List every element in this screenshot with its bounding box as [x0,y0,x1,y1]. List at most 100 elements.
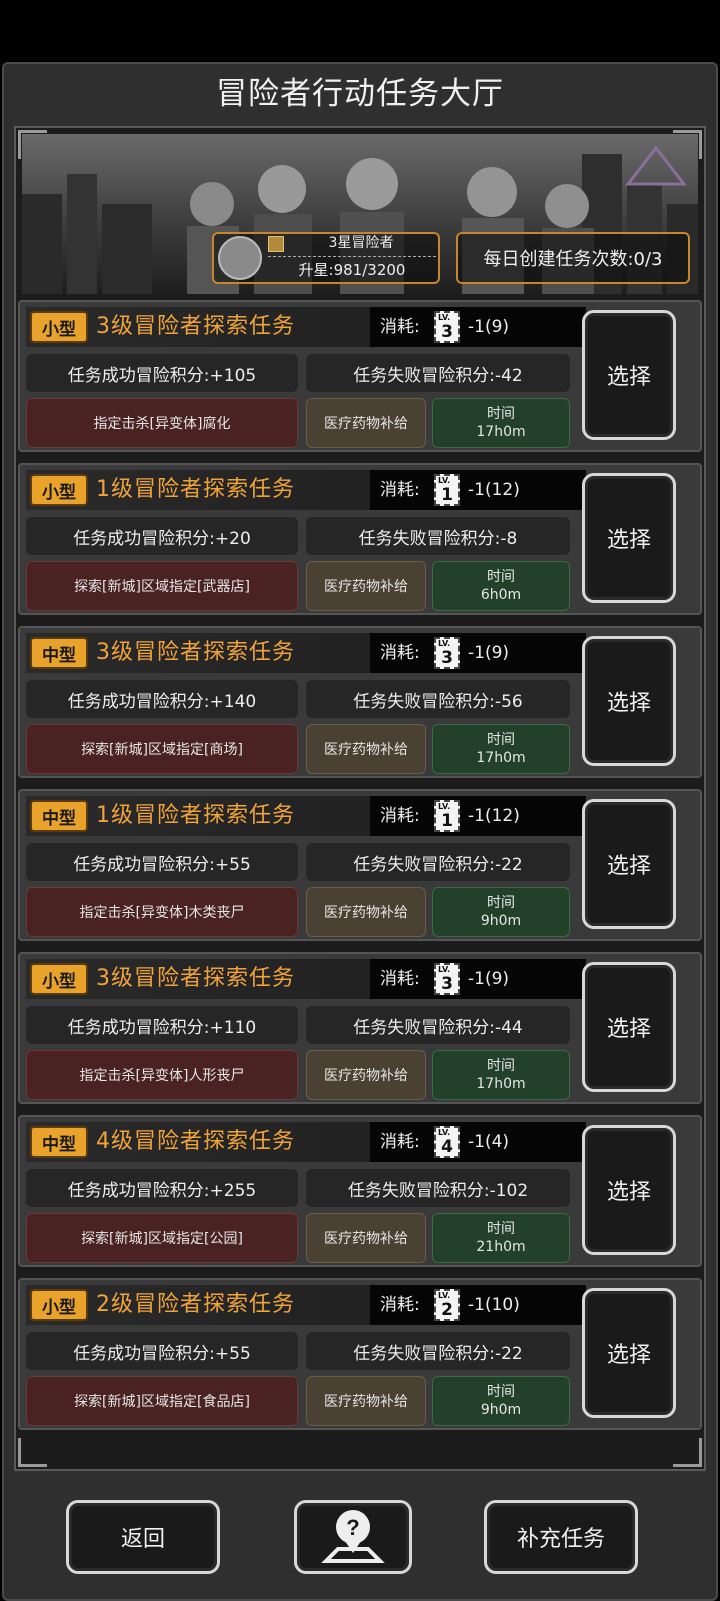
task-title: 3级冒险者探索任务 [96,640,295,665]
task-header: 中型 3级冒险者探索任务 消耗: LV. 3 -1(9) [26,633,586,673]
task-objective: 探索[新城]区域指定[公园] [26,1213,298,1263]
task-title: 2级冒险者探索任务 [96,1292,295,1317]
time-value: 17h0m [476,1076,526,1092]
task-objective: 探索[新城]区域指定[武器店] [26,561,298,611]
time-value: 21h0m [476,1239,526,1255]
task-header: 小型 2级冒险者探索任务 消耗: LV. 2 -1(10) [26,1285,586,1325]
select-task-button[interactable]: 选择 [582,636,676,766]
task-duration: 时间 6h0m [432,561,570,611]
task-objective: 指定击杀[异变体]木类丧尸 [26,887,298,937]
back-label: 返回 [120,1527,165,1552]
task-header: 小型 1级冒险者探索任务 消耗: LV. 1 -1(12) [26,470,586,510]
rank-star-icon [268,236,284,252]
time-value: 9h0m [480,1402,522,1418]
task-size-tag: 中型 [30,800,88,832]
task-duration: 时间 17h0m [432,1050,570,1100]
rank-progress: 升星:981/3200 [268,256,436,280]
ticket-level: 4 [441,1137,453,1157]
task-objective: 探索[新城]区域指定[食品店] [26,1376,298,1426]
select-task-button[interactable]: 选择 [582,1288,676,1418]
cost-label: 消耗: [380,969,420,989]
ticket-level: 3 [441,322,453,342]
select-task-button[interactable]: 选择 [582,473,676,603]
time-label: 时间 [487,405,515,422]
time-label: 时间 [487,1220,515,1237]
page-title: 冒险者行动任务大厅 [216,75,504,112]
task-card: 中型 1级冒险者探索任务 消耗: LV. 1 -1(12) 任务成功冒险积分:+5… [18,789,702,941]
cost-value: -1(9) [468,317,510,337]
select-label: 选择 [606,854,651,879]
success-points: 任务成功冒险积分:+140 [26,680,298,718]
time-value: 6h0m [480,587,522,603]
refill-tasks-button[interactable]: 补充任务 [484,1500,638,1574]
back-button[interactable]: 返回 [66,1500,220,1574]
task-card: 小型 3级冒险者探索任务 消耗: LV. 3 -1(9) 任务成功冒险积分:+10… [18,300,702,452]
task-reward: 医疗药物补给 [306,1050,426,1100]
corner-ornament [673,1438,702,1467]
level-ticket-icon: LV. 3 [434,637,460,669]
fail-points: 任务失败冒险积分:-42 [306,354,570,392]
task-duration: 时间 9h0m [432,1376,570,1426]
level-ticket-icon: LV. 1 [434,800,460,832]
task-reward: 医疗药物补给 [306,561,426,611]
success-points: 任务成功冒险积分:+105 [26,354,298,392]
time-label: 时间 [487,1383,515,1400]
success-points: 任务成功冒险积分:+255 [26,1169,298,1207]
task-duration: 时间 17h0m [432,398,570,448]
cost-value: -1(9) [468,969,510,989]
cost-label: 消耗: [380,806,420,826]
task-header: 中型 4级冒险者探索任务 消耗: LV. 4 -1(4) [26,1122,586,1162]
success-points: 任务成功冒险积分:+110 [26,1006,298,1044]
help-button[interactable]: ? [294,1500,412,1574]
fail-points: 任务失败冒险积分:-102 [306,1169,570,1207]
select-task-button[interactable]: 选择 [582,1125,676,1255]
fail-points: 任务失败冒险积分:-22 [306,1332,570,1370]
task-title: 1级冒险者探索任务 [96,803,295,828]
time-label: 时间 [487,894,515,911]
select-label: 选择 [606,691,651,716]
select-label: 选择 [606,1180,651,1205]
time-value: 9h0m [480,913,522,929]
cost-value: -1(9) [468,643,510,663]
task-cost: 消耗: LV. 3 -1(9) [370,959,586,999]
time-label: 时间 [487,568,515,585]
task-title: 1级冒险者探索任务 [96,477,295,502]
task-cost: 消耗: LV. 2 -1(10) [370,1285,586,1325]
select-task-button[interactable]: 选择 [582,310,676,440]
ticket-level: 1 [441,811,453,831]
task-card: 中型 3级冒险者探索任务 消耗: LV. 3 -1(9) 任务成功冒险积分:+14… [18,626,702,778]
task-duration: 时间 9h0m [432,887,570,937]
task-header: 小型 3级冒险者探索任务 消耗: LV. 3 -1(9) [26,959,586,999]
task-card: 中型 4级冒险者探索任务 消耗: LV. 4 -1(4) 任务成功冒险积分:+25… [18,1115,702,1267]
task-reward: 医疗药物补给 [306,1376,426,1426]
select-label: 选择 [606,1017,651,1042]
daily-created-count: 每日创建任务次数:0/3 [456,232,690,284]
success-points: 任务成功冒险积分:+20 [26,517,298,555]
time-label: 时间 [487,731,515,748]
task-header: 中型 1级冒险者探索任务 消耗: LV. 1 -1(12) [26,796,586,836]
task-reward: 医疗药物补给 [306,724,426,774]
task-card: 小型 2级冒险者探索任务 消耗: LV. 2 -1(10) 任务成功冒险积分:+5… [18,1278,702,1430]
task-title: 4级冒险者探索任务 [96,1129,295,1154]
cost-value: -1(10) [468,1295,520,1315]
ticket-level: 1 [441,485,453,505]
refill-label: 补充任务 [516,1527,605,1552]
fail-points: 任务失败冒险积分:-56 [306,680,570,718]
task-size-tag: 小型 [30,474,88,506]
task-objective: 探索[新城]区域指定[商场] [26,724,298,774]
success-points: 任务成功冒险积分:+55 [26,1332,298,1370]
task-objective: 指定击杀[异变体]人形丧尸 [26,1050,298,1100]
ticket-level: 3 [441,648,453,668]
cost-value: -1(12) [468,480,520,500]
task-cost: 消耗: LV. 1 -1(12) [370,470,586,510]
level-ticket-icon: LV. 2 [434,1289,460,1321]
svg-text:?: ? [346,1515,359,1540]
task-reward: 医疗药物补给 [306,398,426,448]
select-label: 选择 [606,1343,651,1368]
fail-points: 任务失败冒险积分:-8 [306,517,570,555]
task-cost: 消耗: LV. 1 -1(12) [370,796,586,836]
select-task-button[interactable]: 选择 [582,799,676,929]
fail-points: 任务失败冒险积分:-22 [306,843,570,881]
level-ticket-icon: LV. 1 [434,474,460,506]
select-task-button[interactable]: 选择 [582,962,676,1092]
